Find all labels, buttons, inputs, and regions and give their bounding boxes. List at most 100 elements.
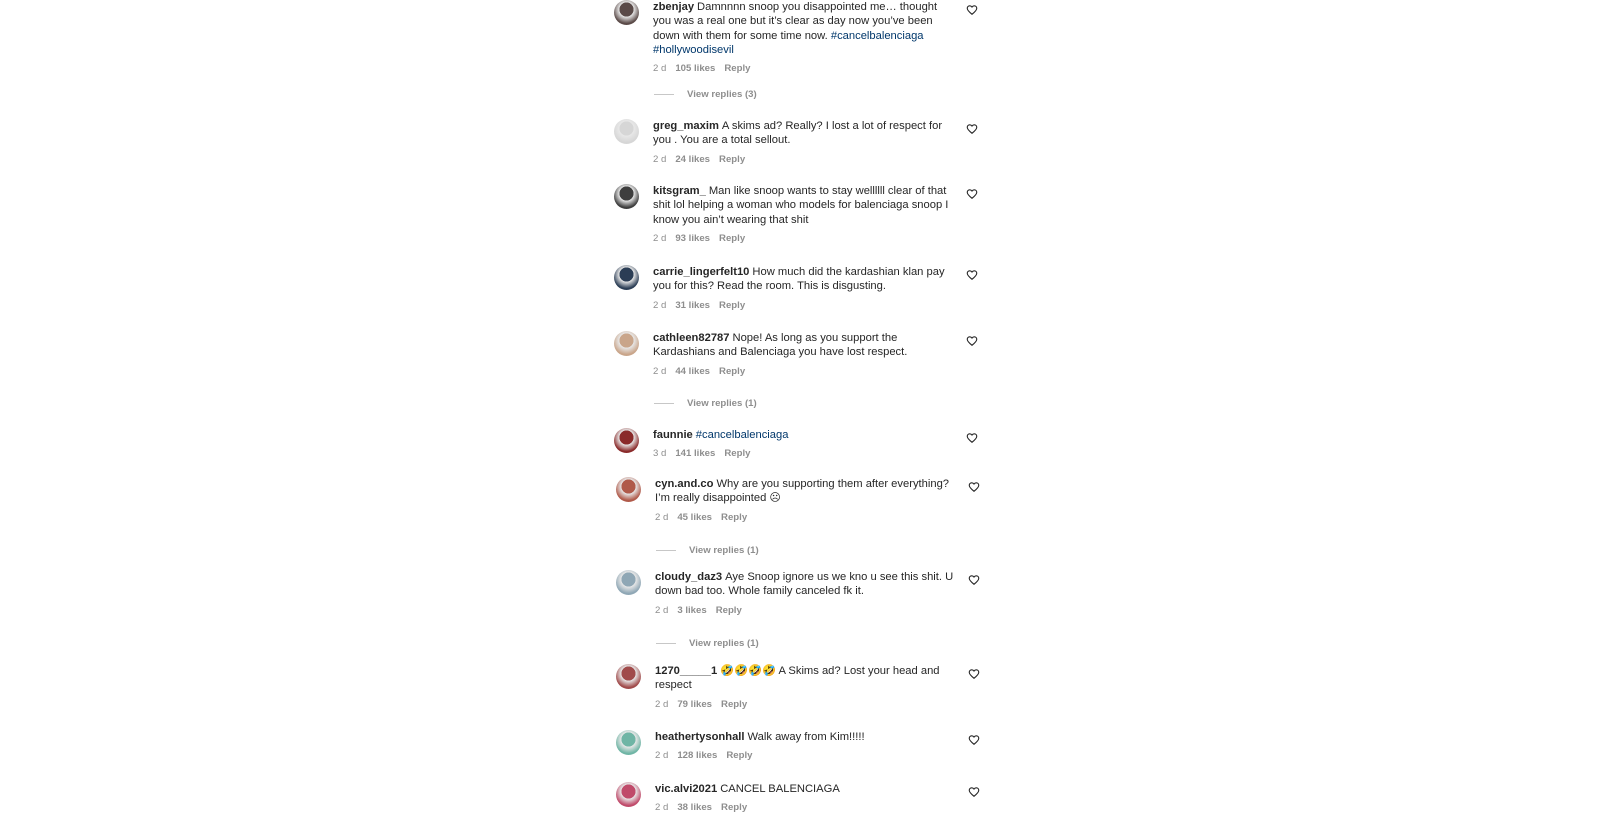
heart-outline-icon[interactable] (968, 733, 980, 745)
comment-text: greg_maxim A skims ad? Really? I lost a l… (653, 119, 953, 148)
timestamp[interactable]: 2 d (653, 300, 666, 311)
reply-button[interactable]: Reply (719, 233, 745, 244)
reply-button[interactable]: Reply (721, 699, 747, 710)
username-link[interactable]: greg_maxim (653, 120, 719, 132)
heart-outline-icon[interactable] (966, 334, 978, 346)
heart-outline-icon[interactable] (968, 785, 980, 797)
heart-outline-icon[interactable] (966, 187, 978, 199)
likes-count[interactable]: 45 likes (677, 512, 712, 523)
comment-meta: 2 d 45 likes Reply (655, 512, 955, 524)
comment-meta: 2 d 31 likes Reply (653, 300, 953, 312)
view-replies-button[interactable]: View replies (1) (656, 638, 759, 650)
replies-divider-line (654, 402, 674, 404)
view-replies-button[interactable]: View replies (1) (656, 545, 759, 557)
likes-count[interactable]: 79 likes (677, 699, 712, 710)
heart-outline-icon[interactable] (968, 480, 980, 492)
replies-divider-line (654, 93, 674, 95)
avatar[interactable] (614, 428, 639, 453)
timestamp[interactable]: 2 d (653, 63, 666, 74)
comment-body: heathertysonhall Walk away from Kim!!!!! 2… (655, 730, 955, 762)
heart-outline-icon[interactable] (966, 3, 978, 15)
reply-button[interactable]: Reply (724, 63, 750, 74)
hashtag-link[interactable]: #cancelbalenciaga (696, 429, 789, 441)
timestamp[interactable]: 3 d (653, 448, 666, 459)
username-link[interactable]: carrie_lingerfelt10 (653, 266, 749, 278)
comment-meta: 2 d 44 likes Reply (653, 366, 953, 378)
avatar[interactable] (616, 782, 641, 807)
comment-meta: 3 d 141 likes Reply (653, 448, 953, 460)
comment-body: 1270_____1 🤣🤣🤣🤣 A Skims ad? Lost your hea… (655, 664, 955, 711)
comment-text: cloudy_daz3 Aye Snoop ignore us we kno u … (655, 570, 955, 599)
username-link[interactable]: kitsgram_ (653, 185, 706, 197)
reply-button[interactable]: Reply (721, 802, 747, 813)
heart-outline-icon[interactable] (968, 667, 980, 679)
avatar[interactable] (616, 730, 641, 755)
avatar[interactable] (616, 664, 641, 689)
comment-body: cathleen82787 Nope! As long as you suppor… (653, 331, 953, 378)
username-link[interactable]: zbenjay (653, 1, 694, 13)
likes-count[interactable]: 141 likes (675, 448, 715, 459)
username-link[interactable]: faunnie (653, 429, 693, 441)
timestamp[interactable]: 2 d (655, 605, 668, 616)
avatar[interactable] (614, 265, 639, 290)
reply-button[interactable]: Reply (721, 512, 747, 523)
username-link[interactable]: heathertysonhall (655, 731, 745, 743)
reply-button[interactable]: Reply (719, 366, 745, 377)
heart-outline-icon[interactable] (966, 122, 978, 134)
timestamp[interactable]: 2 d (653, 233, 666, 244)
username-link[interactable]: cyn.and.co (655, 478, 713, 490)
timestamp[interactable]: 2 d (653, 366, 666, 377)
likes-count[interactable]: 44 likes (675, 366, 710, 377)
reply-button[interactable]: Reply (716, 605, 742, 616)
heart-outline-icon[interactable] (966, 431, 978, 443)
heart-outline-icon[interactable] (968, 573, 980, 585)
comment-text: vic.alvi2021 CANCEL BALENCIAGA (655, 782, 955, 796)
likes-count[interactable]: 3 likes (677, 605, 706, 616)
avatar[interactable] (616, 477, 641, 502)
timestamp[interactable]: 2 d (655, 512, 668, 523)
timestamp[interactable]: 2 d (653, 154, 666, 165)
likes-count[interactable]: 93 likes (675, 233, 710, 244)
avatar[interactable] (616, 570, 641, 595)
likes-count[interactable]: 38 likes (677, 802, 712, 813)
timestamp[interactable]: 2 d (655, 750, 668, 761)
avatar[interactable] (614, 184, 639, 209)
comment-body: vic.alvi2021 CANCEL BALENCIAGA 2 d 38 likes… (655, 782, 955, 814)
likes-count[interactable]: 31 likes (675, 300, 710, 311)
view-replies-label: View replies (1) (687, 398, 757, 409)
hashtag-link[interactable]: #hollywoodisevil (653, 44, 734, 56)
comment-body: zbenjay Damnnnn snoop you disappointed me… (653, 0, 953, 75)
comment-body: greg_maxim A skims ad? Really? I lost a l… (653, 119, 953, 166)
timestamp[interactable]: 2 d (655, 802, 668, 813)
comment-text: cyn.and.co Why are you supporting them af… (655, 477, 955, 506)
username-link[interactable]: cloudy_daz3 (655, 571, 722, 583)
comment-text: carrie_lingerfelt10 How much did the kard… (653, 265, 953, 294)
comment-meta: 2 d 93 likes Reply (653, 233, 953, 245)
reply-button[interactable]: Reply (724, 448, 750, 459)
comment-body: faunnie #cancelbalenciaga 3 d 141 likes Repl… (653, 428, 953, 460)
comment-body: cyn.and.co Why are you supporting them af… (655, 477, 955, 524)
comment-body: kitsgram_ Man like snoop wants to stay we… (653, 184, 953, 245)
reply-button[interactable]: Reply (726, 750, 752, 761)
reply-button[interactable]: Reply (719, 154, 745, 165)
likes-count[interactable]: 128 likes (677, 750, 717, 761)
view-replies-label: View replies (1) (689, 545, 759, 556)
username-link[interactable]: cathleen82787 (653, 332, 730, 344)
view-replies-button[interactable]: View replies (3) (654, 89, 757, 101)
likes-count[interactable]: 24 likes (675, 154, 710, 165)
comment-text: zbenjay Damnnnn snoop you disappointed me… (653, 0, 953, 57)
username-link[interactable]: 1270_____1 (655, 665, 717, 677)
avatar[interactable] (614, 119, 639, 144)
username-link[interactable]: vic.alvi2021 (655, 783, 717, 795)
reply-button[interactable]: Reply (719, 300, 745, 311)
likes-count[interactable]: 105 likes (675, 63, 715, 74)
replies-divider-line (656, 642, 676, 644)
hashtag-link[interactable]: #cancelbalenciaga (831, 30, 924, 42)
timestamp[interactable]: 2 d (655, 699, 668, 710)
avatar[interactable] (614, 0, 639, 25)
comment-meta: 2 d 79 likes Reply (655, 699, 955, 711)
comment-meta: 2 d 24 likes Reply (653, 154, 953, 166)
heart-outline-icon[interactable] (966, 268, 978, 280)
view-replies-button[interactable]: View replies (1) (654, 398, 757, 410)
avatar[interactable] (614, 331, 639, 356)
